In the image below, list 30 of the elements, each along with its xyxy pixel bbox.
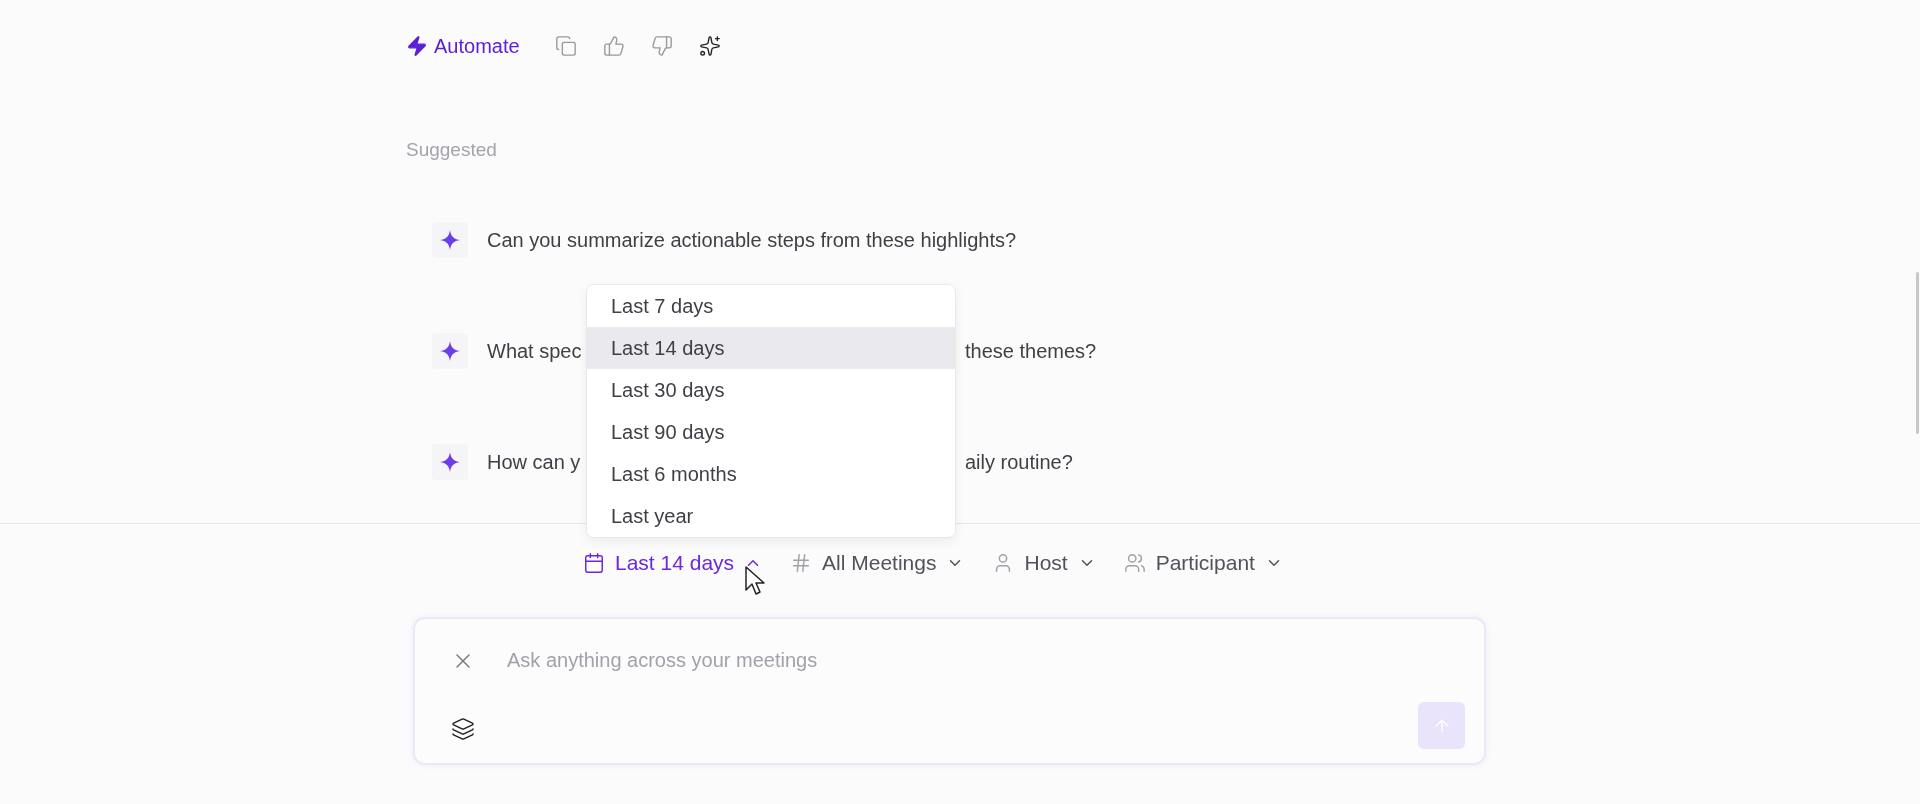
menu-item[interactable]: Last 90 days — [587, 411, 955, 453]
layers-button[interactable] — [451, 717, 475, 741]
menu-item[interactable]: Last 30 days — [587, 369, 955, 411]
suggestion-text[interactable]: How can y — [487, 450, 587, 474]
lightning-icon — [406, 35, 428, 57]
filter-dropdown[interactable]: Host — [992, 551, 1096, 575]
suggestion-text[interactable]: What spec — [487, 339, 587, 363]
sparkle-icon — [439, 451, 461, 473]
filter-dropdown[interactable]: Participant — [1123, 551, 1283, 575]
suggestion-text[interactable]: aily routine? — [965, 450, 1073, 474]
calendar-icon — [583, 552, 605, 574]
filter-dropdown[interactable]: All Meetings — [790, 551, 965, 575]
sparkle-icon — [439, 340, 461, 362]
thumbs-down-button[interactable] — [649, 34, 674, 58]
menu-item[interactable]: Last year — [587, 495, 955, 537]
menu-item[interactable]: Last 14 days — [587, 327, 955, 369]
filter-dropdown[interactable]: Last 14 days — [583, 551, 763, 575]
suggestion-text[interactable]: these themes? — [965, 339, 1097, 363]
scrollbar[interactable] — [1916, 272, 1919, 434]
copy-button[interactable] — [553, 34, 578, 58]
sparkles-button[interactable] — [697, 34, 722, 58]
automate-button[interactable]: Automate — [406, 34, 520, 58]
suggested-heading: Suggested — [406, 138, 498, 162]
sparkle-icon — [439, 229, 461, 251]
thumbs-up-button[interactable] — [601, 34, 626, 58]
menu-item[interactable]: Last 6 months — [587, 453, 955, 495]
suggestion-text[interactable]: Can you summarize actionable steps from these highlights? — [487, 228, 1017, 252]
people-icon — [1123, 552, 1146, 574]
menu-item[interactable]: Last 7 days — [587, 285, 955, 327]
ask-input[interactable]: Ask anything across your meetings — [495, 645, 1418, 675]
